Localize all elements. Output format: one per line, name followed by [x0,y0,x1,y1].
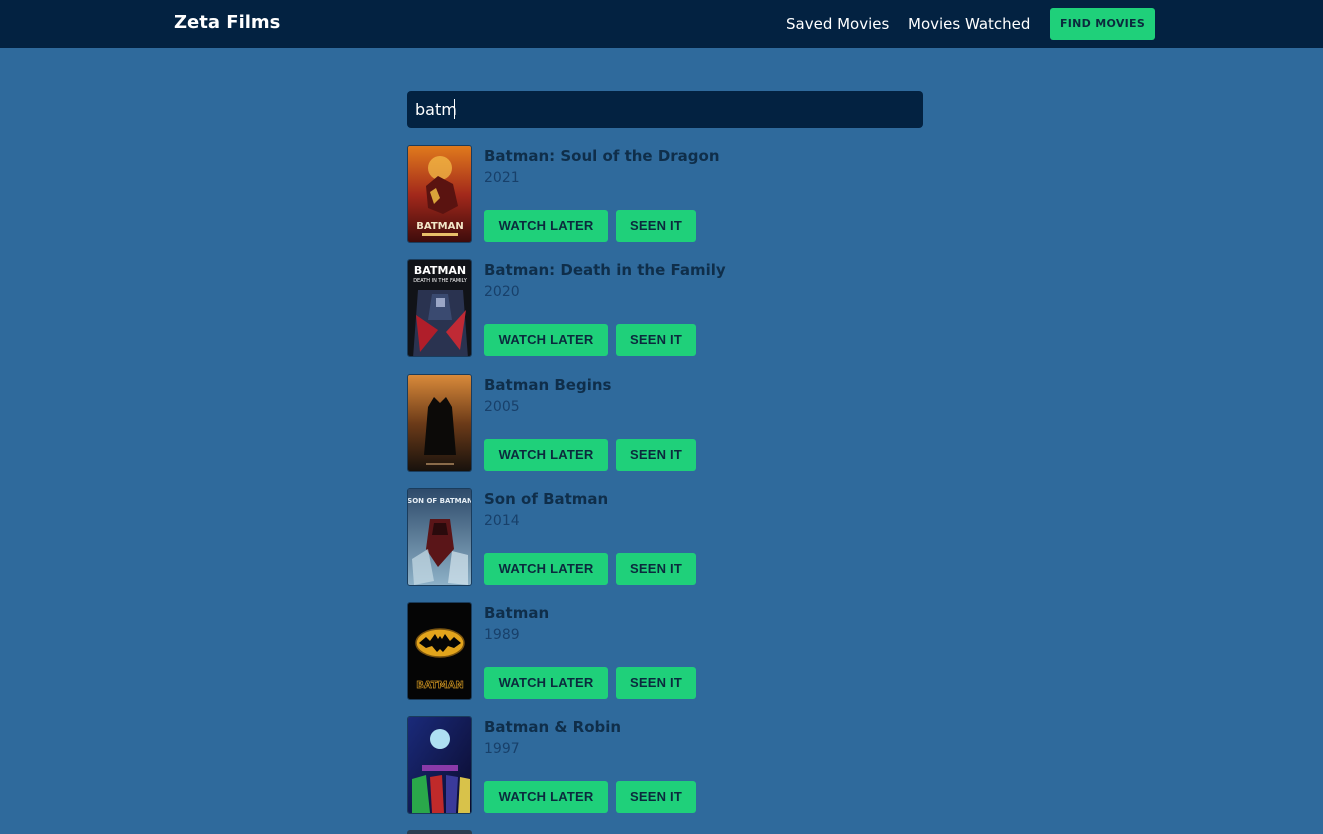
result-item: Batman & Robin 1997 WATCH LATER SEEN IT [407,716,927,814]
seen-it-button[interactable]: SEEN IT [616,324,696,356]
movie-title[interactable]: Batman: Death in the Family [484,261,726,279]
top-navbar: Zeta Films Saved Movies Movies Watched F… [0,0,1323,48]
svg-text:SON OF BATMAN: SON OF BATMAN [408,497,472,505]
poster-death-in-the-family[interactable]: BATMAN DEATH IN THE FAMILY [407,259,472,357]
watch-later-button[interactable]: WATCH LATER [484,781,608,813]
seen-it-button[interactable]: SEEN IT [616,553,696,585]
svg-text:BATMAN: BATMAN [414,264,466,277]
watch-later-button[interactable]: WATCH LATER [484,553,608,585]
movie-title[interactable]: Batman: Soul of the Dragon [484,147,720,165]
watch-later-button[interactable]: WATCH LATER [484,667,608,699]
nav-saved-movies[interactable]: Saved Movies [786,15,889,33]
svg-text:DEATH IN THE FAMILY: DEATH IN THE FAMILY [413,278,468,284]
movie-title[interactable]: Son of Batman [484,490,608,508]
svg-text:BATMAN: BATMAN [416,221,463,232]
find-movies-button[interactable]: FIND MOVIES [1050,8,1155,40]
poster-batman-begins[interactable] [407,374,472,472]
brand-logo[interactable]: Zeta Films [174,12,280,33]
result-item: SON OF BATMAN Son of Batman 2014 WATCH L… [407,488,927,586]
movie-year: 1997 [484,741,520,757]
poster-batman-and-robin[interactable] [407,716,472,814]
seen-it-button[interactable]: SEEN IT [616,667,696,699]
watch-later-button[interactable]: WATCH LATER [484,324,608,356]
movie-year: 1989 [484,627,520,643]
watch-later-button[interactable]: WATCH LATER [484,439,608,471]
movie-year: 2021 [484,170,520,186]
poster-son-of-batman[interactable]: SON OF BATMAN [407,488,472,586]
movie-year: 2014 [484,513,520,529]
seen-it-button[interactable]: SEEN IT [616,781,696,813]
search-input[interactable] [407,91,923,128]
result-item: BATMAN Batman 1989 WATCH LATER SEEN IT [407,602,927,700]
movie-year: 2020 [484,284,520,300]
seen-it-button[interactable]: SEEN IT [616,210,696,242]
nav-movies-watched[interactable]: Movies Watched [908,15,1030,33]
movie-year: 2005 [484,399,520,415]
movie-title[interactable]: Batman & Robin [484,718,621,736]
seen-it-button[interactable]: SEEN IT [616,439,696,471]
watch-later-button[interactable]: WATCH LATER [484,210,608,242]
poster-batman-1989[interactable]: BATMAN [407,602,472,700]
text-caret [454,99,455,119]
movie-title[interactable]: Batman [484,604,549,622]
svg-text:BATMAN: BATMAN [416,680,463,691]
result-item: Batman Begins 2005 WATCH LATER SEEN IT [407,374,927,472]
next-poster-partial [407,830,472,834]
result-item: BATMAN Batman: Soul of the Dragon 2021 W… [407,145,927,243]
poster-soul-of-the-dragon[interactable]: BATMAN [407,145,472,243]
result-item: BATMAN DEATH IN THE FAMILY Batman: Death… [407,259,927,357]
movie-title[interactable]: Batman Begins [484,376,611,394]
